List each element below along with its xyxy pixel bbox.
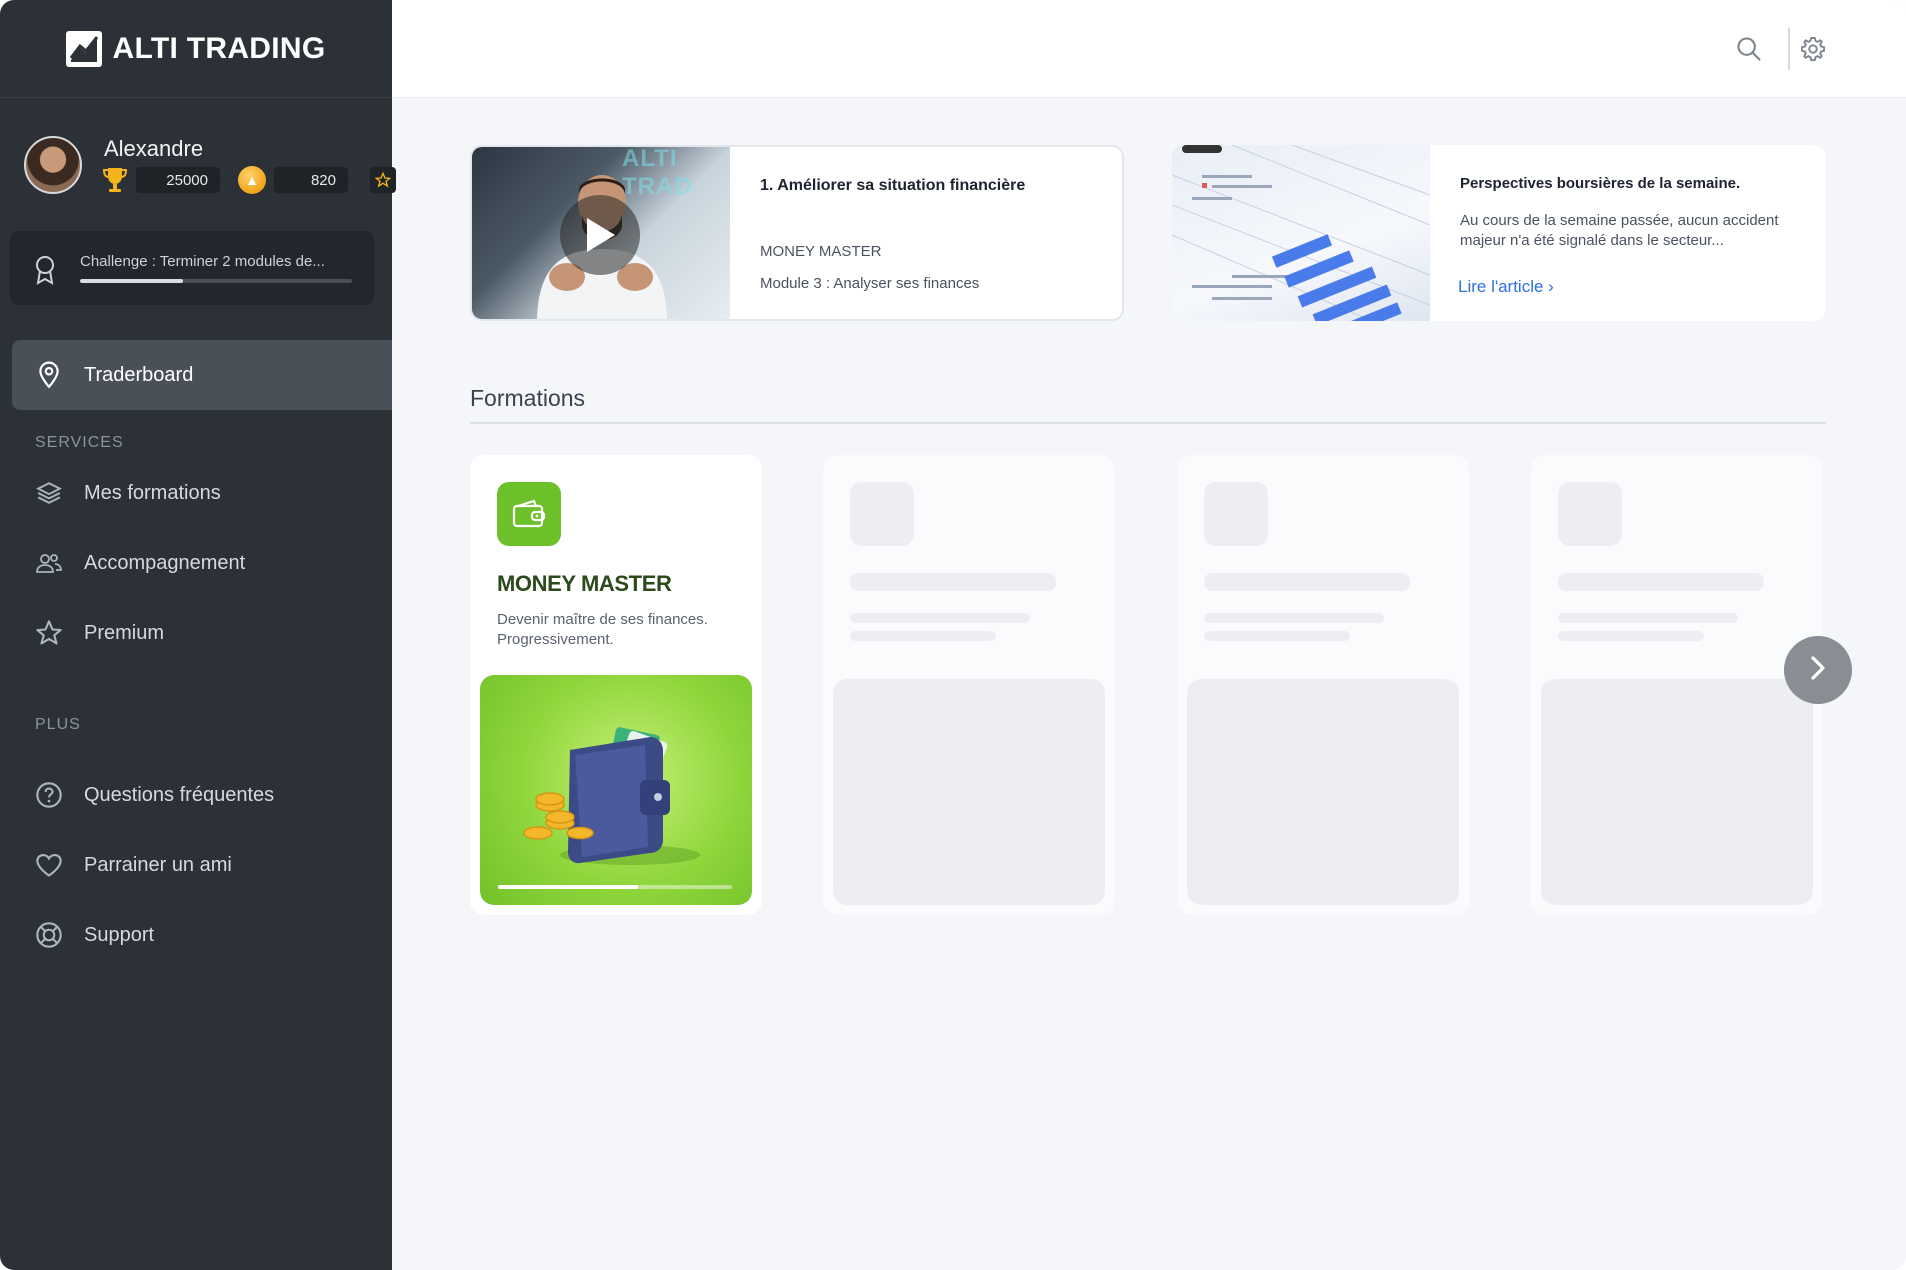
question-circle-icon bbox=[34, 780, 64, 810]
star-icon bbox=[34, 618, 64, 648]
challenge-progress-bar bbox=[80, 279, 352, 283]
brand-name: ALTI TRADING bbox=[112, 31, 326, 65]
sidebar-item-label: Premium bbox=[84, 621, 165, 644]
star-badge-icon[interactable] bbox=[370, 167, 396, 193]
coin-count: 820 bbox=[274, 167, 348, 193]
chevron-right-icon bbox=[1807, 655, 1829, 686]
coin-icon: ▲ bbox=[238, 166, 266, 194]
wallet-icon bbox=[497, 482, 561, 546]
course-card-money-master[interactable]: MONEY MASTER Devenir maître de ses finan… bbox=[470, 455, 762, 915]
sidebar-item-label: Mes formations bbox=[84, 481, 221, 504]
article-card[interactable]: Perspectives boursières de la semaine. A… bbox=[1172, 145, 1826, 321]
map-pin-icon bbox=[34, 360, 64, 390]
article-excerpt: Au cours de la semaine passée, aucun acc… bbox=[1460, 212, 1779, 249]
logo[interactable]: ALTI TRADING bbox=[0, 0, 392, 98]
video-thumbnail[interactable]: ALTI TRAD bbox=[472, 147, 730, 319]
sidebar-item-label: Questions fréquentes bbox=[84, 783, 275, 806]
layers-icon bbox=[34, 478, 64, 508]
challenge-label: Challenge : Terminer 2 modules de... bbox=[80, 253, 325, 270]
sidebar-item-accompagnement[interactable]: Accompagnement bbox=[0, 538, 392, 588]
header-divider bbox=[1788, 28, 1790, 70]
read-article-link[interactable]: Lire l'article › bbox=[1458, 277, 1554, 297]
video-course-name: MONEY MASTER bbox=[760, 243, 882, 260]
section-divider bbox=[470, 422, 1826, 424]
video-module: Module 3 : Analyser ses finances bbox=[760, 275, 980, 292]
trophy-icon bbox=[102, 166, 128, 194]
award-ribbon-icon bbox=[34, 255, 56, 285]
course-card-placeholder bbox=[823, 455, 1115, 915]
trophy-count: 25000 bbox=[136, 167, 220, 193]
carousel-next-button[interactable] bbox=[1784, 636, 1852, 704]
sidebar: ALTI TRADING Alexandre 25000 ▲ 820 Chall bbox=[0, 0, 396, 1270]
sidebar-item-premium[interactable]: Premium bbox=[0, 608, 392, 658]
sidebar-item-parrainer-un-ami[interactable]: Parrainer un ami bbox=[0, 840, 392, 890]
users-icon bbox=[34, 548, 64, 578]
sidebar-item-label: Accompagnement bbox=[84, 551, 246, 574]
challenge-widget[interactable]: Challenge : Terminer 2 modules de... bbox=[10, 231, 374, 305]
sidebar-item-label: Parrainer un ami bbox=[84, 853, 232, 876]
course-description: Devenir maître de ses finances. Progress… bbox=[497, 611, 708, 648]
top-bar bbox=[392, 0, 1906, 98]
sidebar-item-mes-formations[interactable]: Mes formations bbox=[0, 468, 392, 518]
sidebar-item-support[interactable]: Support bbox=[0, 910, 392, 960]
course-card-placeholder bbox=[1531, 455, 1823, 915]
app-window: ALTI TRADING Alexandre 25000 ▲ 820 Chall bbox=[0, 0, 1906, 1270]
course-illustration bbox=[480, 675, 752, 905]
heart-icon bbox=[34, 850, 64, 880]
plus-section-title: PLUS bbox=[35, 716, 81, 733]
course-progress-bar bbox=[498, 885, 732, 889]
sidebar-item-label: Support bbox=[84, 923, 155, 946]
user-profile[interactable]: Alexandre 25000 ▲ 820 bbox=[24, 136, 396, 196]
user-stats: 25000 ▲ 820 bbox=[102, 166, 396, 194]
sidebar-item-traderboard[interactable]: Traderboard bbox=[12, 340, 392, 410]
lifebuoy-icon bbox=[34, 920, 64, 950]
chart-logo-icon bbox=[66, 30, 103, 67]
username: Alexandre bbox=[104, 136, 204, 161]
course-card-placeholder bbox=[1177, 455, 1469, 915]
sidebar-item-label: Traderboard bbox=[84, 363, 194, 386]
article-thumbnail bbox=[1172, 145, 1430, 321]
continue-video-card[interactable]: ALTI TRAD 1. Améliorer sa situation fina… bbox=[470, 145, 1124, 321]
services-section-title: SERVICES bbox=[35, 434, 124, 451]
search-icon[interactable] bbox=[1732, 32, 1766, 66]
gear-icon[interactable] bbox=[1796, 32, 1830, 66]
sidebar-item-questions-frequentes[interactable]: Questions fréquentes bbox=[0, 770, 392, 820]
video-title: 1. Améliorer sa situation financière bbox=[760, 177, 1026, 194]
article-title: Perspectives boursières de la semaine. bbox=[1460, 175, 1741, 192]
play-button[interactable] bbox=[560, 195, 640, 275]
formations-section-title: Formations bbox=[470, 385, 586, 411]
course-name: MONEY MASTER bbox=[497, 571, 672, 596]
avatar[interactable] bbox=[24, 136, 82, 194]
